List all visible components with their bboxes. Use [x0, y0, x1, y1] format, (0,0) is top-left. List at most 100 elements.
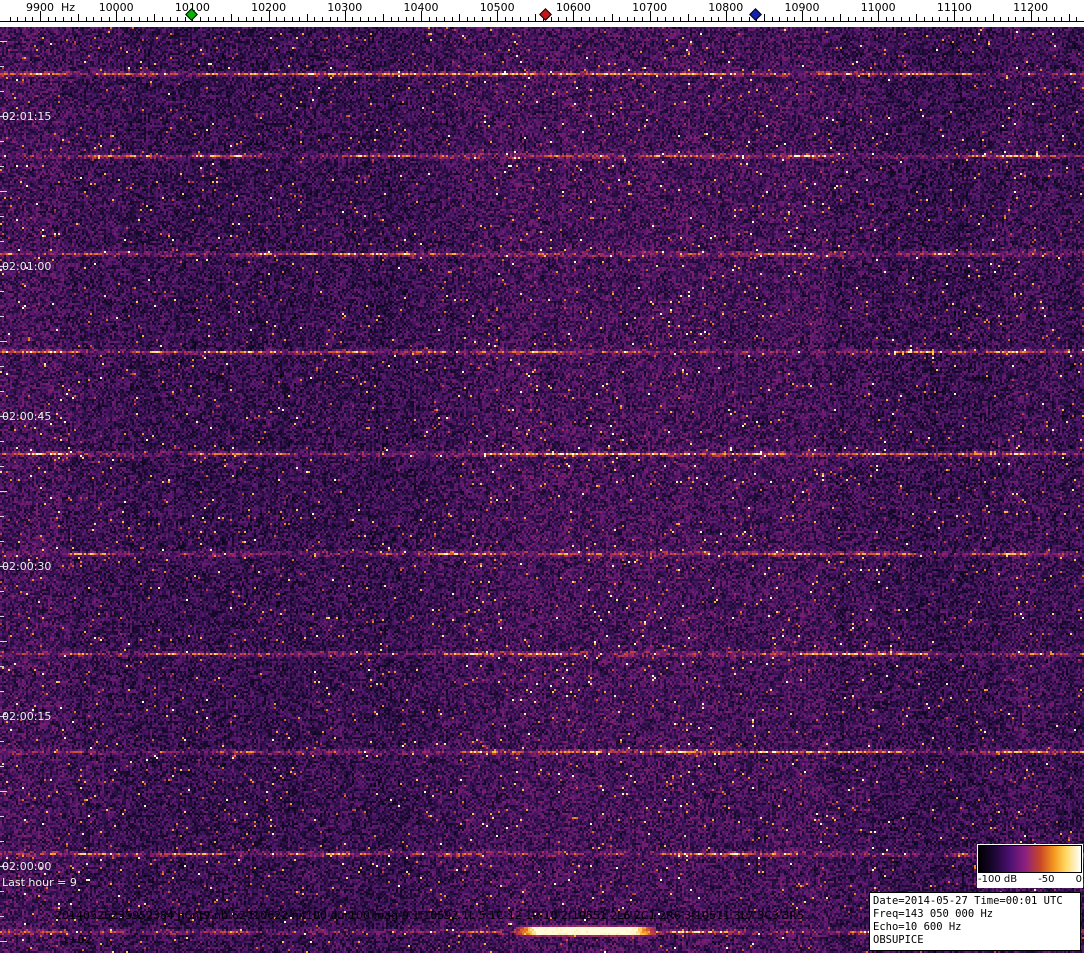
ruler-tick: [276, 17, 278, 21]
ruler-tick: [253, 17, 255, 21]
ruler-tick: [93, 17, 95, 21]
ruler-tick: [581, 17, 582, 21]
freq-tick-label: 10800: [708, 1, 744, 14]
ruler-tick: [169, 17, 171, 21]
ruler-tick: [398, 17, 400, 21]
ruler-tick: [923, 17, 925, 21]
ruler-tick: [436, 17, 438, 21]
ruler-tick: [1000, 17, 1002, 21]
ruler-tick: [291, 17, 293, 21]
ruler-tick: [337, 17, 339, 21]
ruler-tick: [161, 17, 163, 21]
ruler-tick: [230, 14, 232, 21]
ruler-tick: [969, 17, 971, 21]
info-echo-line: Echo=10 600 Hz: [873, 921, 962, 933]
frequency-ruler[interactable]: 9900 10000 10100 10200 10300 10400 10500 10600 1…: [0, 0, 1084, 27]
ruler-tick: [352, 17, 354, 21]
colorbar-labels: -100 dB -50 0: [978, 874, 1082, 885]
freq-tick-label: 10400: [403, 1, 439, 14]
freq-tick-label: 11100: [936, 1, 972, 14]
ruler-tick: [443, 17, 445, 21]
ruler-tick: [840, 14, 842, 21]
freq-tick-label: 10300: [327, 1, 363, 14]
ruler-tick: [809, 17, 811, 21]
ruler-tick: [817, 17, 819, 21]
freq-tick-label: 10200: [251, 1, 287, 14]
ruler-tick: [466, 17, 468, 21]
freq-tick-label: 10600: [555, 1, 591, 14]
ruler-tick: [1015, 17, 1017, 21]
ruler-tick: [962, 17, 963, 21]
ruler-tick: [603, 17, 605, 21]
colorbar-max-label: 0: [1075, 874, 1082, 885]
blue-marker-diamond-icon[interactable]: [748, 8, 762, 21]
ruler-tick: [748, 17, 750, 21]
ruler-tick: [1053, 17, 1055, 21]
freq-tick-label: 10700: [632, 1, 668, 14]
ruler-tick: [657, 17, 659, 21]
ruler-tick: [139, 17, 141, 21]
ruler-tick: [786, 17, 788, 21]
ruler-tick: [200, 17, 201, 21]
ruler-tick: [824, 17, 826, 21]
ruler-tick: [710, 17, 712, 21]
ruler-tick: [908, 17, 910, 21]
ruler-tick: [451, 17, 453, 21]
ruler-tick: [382, 14, 384, 21]
ruler-tick: [207, 17, 209, 21]
ruler-tick: [413, 17, 415, 21]
spectrogram-canvas[interactable]: [0, 27, 1084, 953]
ruler-tick: [847, 17, 849, 21]
ruler-tick: [893, 17, 895, 21]
ruler-tick: [123, 17, 125, 21]
ruler-tick: [558, 17, 560, 21]
ruler-tick: [70, 17, 72, 21]
ruler-tick: [474, 17, 476, 21]
ruler-tick: [550, 17, 552, 21]
ruler-tick: [588, 17, 590, 21]
ruler-tick: [687, 14, 689, 21]
ruler-tick: [215, 17, 217, 21]
ruler-tick: [283, 17, 285, 21]
ruler-tick: [870, 17, 872, 21]
ruler-tick: [1023, 17, 1024, 21]
ruler-tick: [360, 17, 361, 21]
info-box: Date=2014-05-27 Time=00:01 UTC Freq=143 …: [869, 892, 1081, 951]
ruler-tick: [992, 14, 994, 21]
ruler-tick: [718, 17, 720, 21]
ruler-tick: [863, 17, 864, 21]
ruler-tick: [642, 17, 643, 21]
ruler-tick: [1068, 14, 1070, 21]
colorbar-mid-label: -50: [1038, 874, 1055, 885]
ruler-tick: [504, 17, 506, 21]
ruler-tick: [306, 14, 308, 21]
ruler-tick: [428, 17, 430, 21]
ruler-tick: [939, 17, 941, 21]
ruler-tick: [680, 17, 682, 21]
info-freq-line: Freq=143 050 000 Hz: [873, 908, 994, 920]
ruler-tick: [733, 17, 735, 21]
ruler-tick: [885, 17, 887, 21]
colorbar-gradient: [978, 845, 1082, 873]
ruler-tick: [222, 17, 224, 21]
ruler-tick: [329, 17, 331, 21]
ruler-tick: [367, 17, 369, 21]
ruler-tick: [611, 14, 613, 21]
ruler-tick: [108, 17, 110, 21]
ruler-tick: [565, 17, 567, 21]
ruler-tick: [154, 14, 156, 21]
ruler-tick: [779, 17, 781, 21]
ruler-tick: [520, 17, 522, 21]
ruler-tick: [702, 17, 704, 21]
ruler-tick: [1061, 17, 1063, 21]
ruler-tick: [101, 17, 102, 21]
ruler-tick: [261, 17, 262, 21]
ruler-tick: [238, 17, 240, 21]
ruler-tick: [299, 17, 301, 21]
freq-tick-label: 11200: [1013, 1, 1049, 14]
ruler-tick: [855, 17, 857, 21]
ruler-tick: [482, 17, 483, 21]
ruler-tick: [741, 17, 742, 21]
meteor-waterfall-app: 9900 10000 10100 10200 10300 10400 10500 10600 1…: [0, 0, 1084, 953]
ruler-tick: [47, 17, 49, 21]
